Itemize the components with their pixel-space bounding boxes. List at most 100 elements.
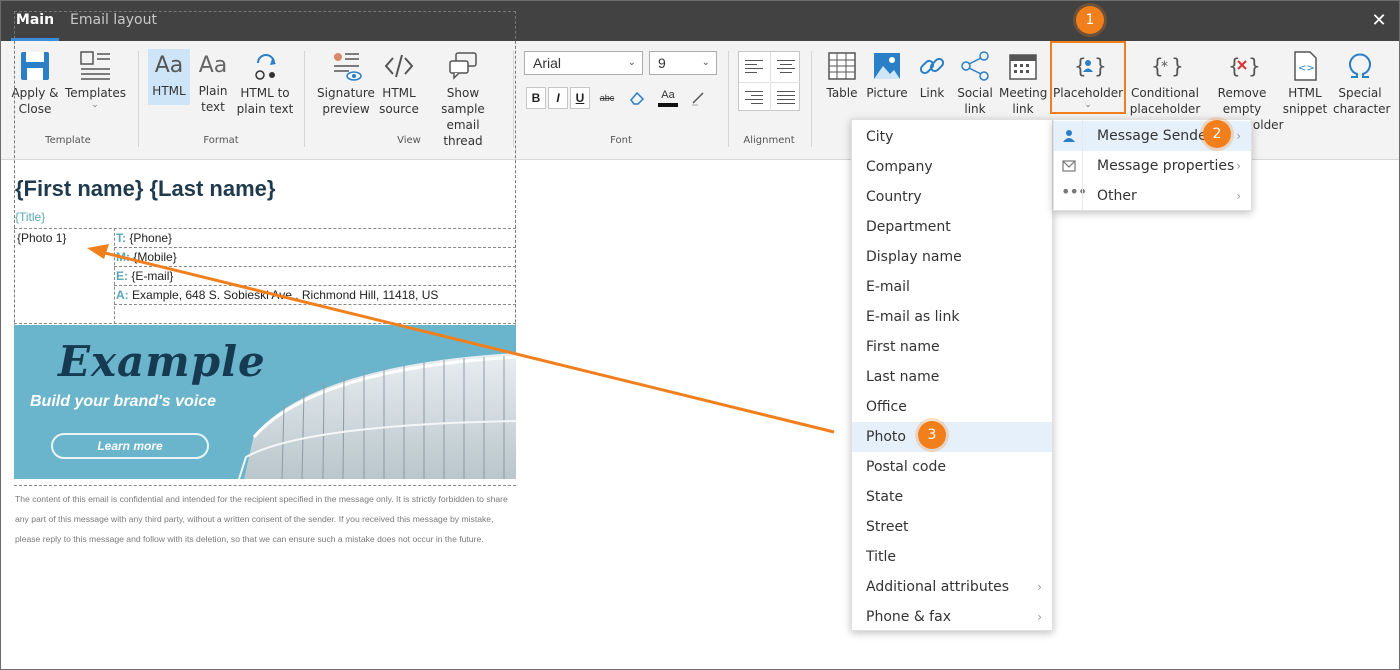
menu-item-company[interactable]: Company	[852, 152, 1052, 182]
signature-banner[interactable]: Example Build your brand's voice Learn m…	[14, 325, 516, 479]
signature-title[interactable]: {Title}	[15, 210, 45, 224]
row-divider	[14, 323, 516, 324]
social-link-label-1: Social	[957, 86, 993, 100]
menu-item-phone-fax[interactable]: Phone & fax ›	[852, 602, 1052, 632]
special-character-label-2: character	[1333, 102, 1391, 116]
chevron-right-icon: ›	[1236, 129, 1241, 143]
special-character-button[interactable]: Special character	[1333, 49, 1391, 117]
signature-phone[interactable]: T: {Phone}	[116, 231, 172, 245]
menu-item-label: Additional attributes	[866, 579, 1010, 595]
row-divider	[114, 304, 516, 305]
pen-button[interactable]	[687, 87, 709, 109]
step-badge-1: 1	[1076, 6, 1104, 34]
meeting-link-label-1: Meeting	[999, 86, 1048, 100]
color-swatch	[658, 103, 678, 107]
column-divider	[114, 228, 115, 324]
menu-item-additional-attributes[interactable]: Additional attributes ›	[852, 572, 1052, 602]
align-justify-button[interactable]	[770, 82, 800, 111]
underline-button[interactable]: U	[570, 87, 590, 109]
address-value: Example, 648 S. Sobieski Ave., Richmond …	[132, 288, 439, 302]
menu-item-city[interactable]: City	[852, 122, 1052, 152]
menu-item-photo[interactable]: Photo	[852, 422, 1052, 452]
insert-picture-button[interactable]: Picture	[865, 49, 909, 101]
font-size-select[interactable]: 9 ⌄	[649, 51, 717, 75]
meeting-link-label-2: link	[1012, 102, 1034, 116]
eraser-icon	[630, 91, 645, 105]
html-snippet-button[interactable]: <> HTML snippet	[1281, 49, 1329, 117]
font-family-value: Arial	[533, 55, 562, 71]
menu-item-label: Other	[1097, 188, 1137, 204]
picture-icon	[874, 53, 900, 79]
menu-item-street[interactable]: Street	[852, 512, 1052, 542]
sender-submenu: City Company Country Department Display …	[851, 119, 1053, 631]
menu-item-state[interactable]: State	[852, 482, 1052, 512]
highlight-color-button[interactable]: Aa	[656, 87, 680, 109]
special-character-label-1: Special	[1338, 86, 1382, 100]
menu-item-display-name[interactable]: Display name	[852, 242, 1052, 272]
clear-format-button[interactable]	[626, 87, 648, 109]
menu-item-label: Department	[866, 219, 951, 235]
svg-text:}: }	[1248, 54, 1259, 78]
menu-item-email-as-link[interactable]: E-mail as link	[852, 302, 1052, 332]
insert-link-button[interactable]: Link	[913, 49, 951, 101]
phone-key: T:	[116, 231, 126, 245]
signature-email[interactable]: E: {E-mail}	[116, 269, 173, 283]
address-key: A:	[116, 288, 129, 302]
social-link-label-2: link	[964, 102, 986, 116]
banner-tagline: Build your brand's voice	[30, 393, 217, 410]
learn-more-button[interactable]: Learn more	[51, 433, 209, 459]
row-divider	[14, 485, 516, 486]
menu-icon-divider	[1082, 120, 1083, 210]
row-divider	[114, 266, 516, 267]
banner-brand: Example	[58, 337, 266, 386]
chevron-down-icon: ⌄	[627, 57, 636, 68]
chevron-right-icon: ›	[1037, 580, 1042, 594]
menu-item-postal-code[interactable]: Postal code	[852, 452, 1052, 482]
align-center-button[interactable]	[770, 52, 800, 81]
signature-photo-placeholder[interactable]: {Photo 1}	[17, 231, 66, 245]
signature-mobile[interactable]: M: {Mobile}	[116, 250, 177, 264]
bold-button[interactable]: B	[526, 87, 546, 109]
step-badge-3: 3	[918, 421, 946, 449]
menu-item-email[interactable]: E-mail	[852, 272, 1052, 302]
insert-social-link-button[interactable]: Social link	[955, 49, 995, 117]
menu-item-label: Display name	[866, 249, 962, 265]
email-value: {E-mail}	[131, 269, 174, 283]
menu-item-label: E-mail	[866, 279, 910, 295]
italic-button[interactable]: I	[548, 87, 568, 109]
insert-meeting-link-button[interactable]: Meeting link	[999, 49, 1047, 117]
align-left-button[interactable]	[739, 52, 769, 81]
html-snippet-label-2: snippet	[1282, 102, 1328, 116]
remove-empty-label-2: empty	[1222, 102, 1262, 116]
close-button[interactable]: ✕	[1369, 11, 1389, 31]
menu-item-label: State	[866, 489, 904, 505]
strikethrough-button[interactable]: abc	[596, 87, 618, 109]
menu-item-label: Postal code	[866, 459, 946, 475]
menu-item-country[interactable]: Country	[852, 182, 1052, 212]
menu-item-label: Company	[866, 159, 933, 175]
html-snippet-label-1: HTML	[1288, 86, 1322, 100]
menu-item-title[interactable]: Title	[852, 542, 1052, 572]
highlight-aa-icon: Aa	[661, 89, 675, 101]
menu-item-office[interactable]: Office	[852, 392, 1052, 422]
menu-item-other[interactable]: ••• Other ›	[1054, 181, 1251, 211]
font-family-select[interactable]: Arial ⌄	[524, 51, 643, 75]
menu-item-label: First name	[866, 339, 940, 355]
menu-item-first-name[interactable]: First name	[852, 332, 1052, 362]
font-size-value: 9	[658, 55, 666, 71]
group-label-font: Font	[610, 135, 632, 146]
align-right-button[interactable]	[739, 82, 769, 111]
signature-name[interactable]: {First name} {Last name}	[15, 176, 275, 202]
signature-editor-window: Main Email layout ✕ Apply & Close Templa…	[0, 0, 1400, 670]
menu-item-label: Title	[866, 549, 897, 565]
signature-disclaimer[interactable]: The content of this email is confidentia…	[15, 489, 517, 549]
menu-item-label: Phone & fax	[866, 609, 951, 625]
signature-address[interactable]: A: Example, 648 S. Sobieski Ave., Richmo…	[116, 288, 438, 302]
insert-table-button[interactable]: Table	[823, 49, 861, 101]
link-icon	[919, 57, 945, 75]
person-icon	[1063, 130, 1075, 142]
menu-item-last-name[interactable]: Last name	[852, 362, 1052, 392]
menu-item-department[interactable]: Department	[852, 212, 1052, 242]
menu-item-label: Street	[866, 519, 909, 535]
conditional-placeholder-label-1: Conditional	[1131, 86, 1199, 100]
